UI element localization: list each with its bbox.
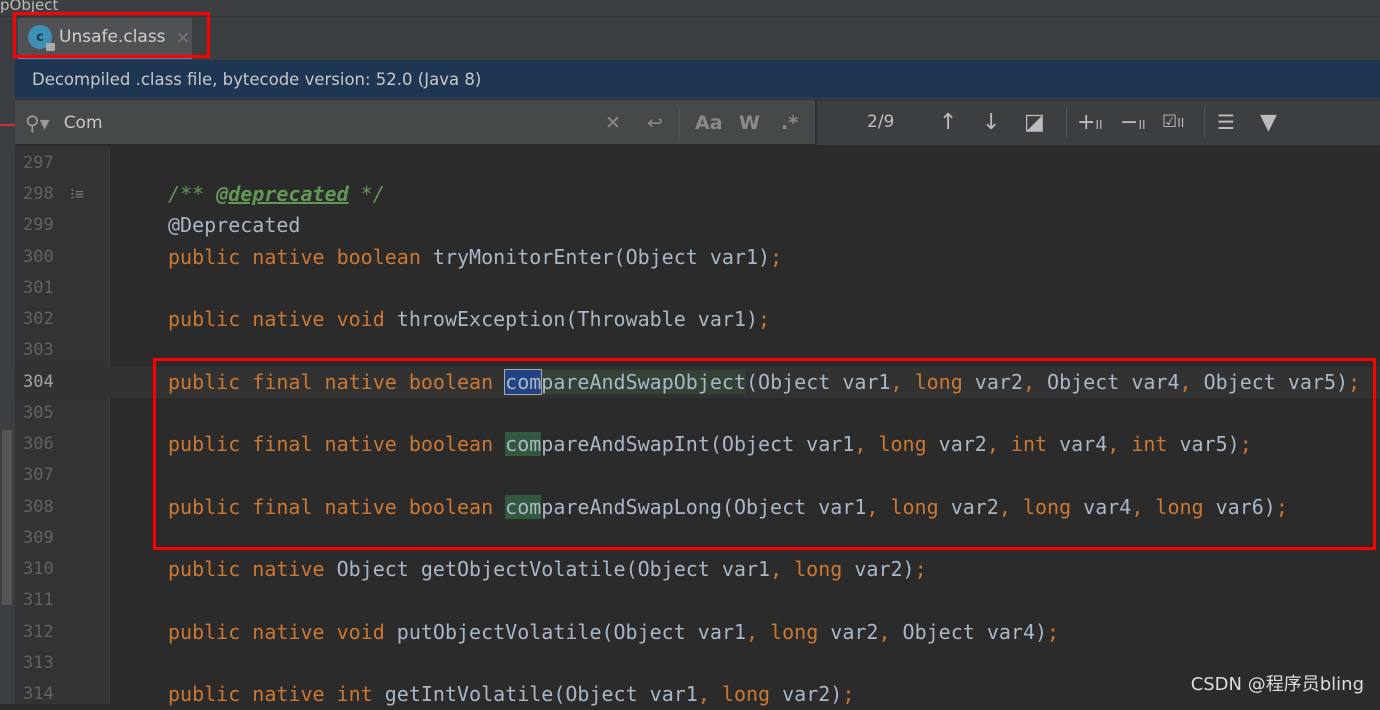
code-token: Object getObjectVolatile(Object var1 bbox=[336, 557, 771, 582]
code-token: , long bbox=[697, 682, 783, 707]
line-number: 309 bbox=[23, 527, 54, 548]
line-number: 300 bbox=[23, 246, 54, 267]
code-token: , long bbox=[745, 619, 831, 644]
code-token: Object var4) bbox=[902, 619, 1048, 644]
code-token: public native int bbox=[168, 682, 385, 707]
code-token: public native void bbox=[168, 307, 397, 332]
code-token: */ bbox=[348, 182, 385, 207]
code-token: @deprecated bbox=[216, 182, 349, 207]
code-text: public native int getIntVolatile(Object … bbox=[168, 679, 854, 710]
code-line[interactable]: 297 bbox=[15, 148, 1380, 179]
code-token: ; bbox=[758, 307, 771, 332]
next-occurrence-icon[interactable]: ↓ bbox=[982, 100, 1000, 145]
line-number: 305 bbox=[23, 402, 54, 423]
line-number: 301 bbox=[23, 277, 54, 298]
words-icon[interactable]: W bbox=[739, 100, 760, 145]
filter-icon[interactable]: ▼ bbox=[1260, 100, 1277, 145]
side-scrollbar[interactable] bbox=[2, 430, 12, 605]
code-token: public native boolean bbox=[168, 244, 433, 269]
code-token: var2) bbox=[782, 682, 843, 707]
tab-highlight-box bbox=[13, 12, 210, 58]
code-highlight-box bbox=[153, 358, 1376, 550]
code-token: public native void bbox=[168, 619, 397, 644]
new-line-icon[interactable]: ↩ bbox=[647, 100, 663, 145]
match-count: 2/9 bbox=[867, 112, 895, 132]
select-all-icon[interactable]: ◪ bbox=[1024, 100, 1045, 145]
line-number: 311 bbox=[23, 590, 54, 611]
code-token: , bbox=[878, 619, 903, 644]
select-all-occurrences-icon[interactable]: ☑II bbox=[1162, 100, 1184, 146]
code-text: @Deprecated bbox=[168, 210, 300, 241]
code-token: ; bbox=[1047, 619, 1060, 644]
line-number: 312 bbox=[23, 621, 54, 642]
prev-occurrence-icon[interactable]: ↑ bbox=[939, 100, 957, 145]
line-number: 298 bbox=[23, 184, 54, 205]
error-marker bbox=[0, 124, 15, 126]
watermark: CSDN @程序员bling bbox=[1190, 674, 1364, 695]
code-token: /** bbox=[168, 182, 217, 207]
code-token: public native bbox=[168, 557, 337, 582]
divider bbox=[1066, 108, 1067, 138]
code-token: , long bbox=[770, 557, 855, 582]
filter-search-icon[interactable]: ☰ bbox=[1217, 100, 1235, 145]
code-line[interactable]: 310 public native Object getObjectVolatil… bbox=[15, 554, 1380, 585]
code-token: var2) bbox=[854, 557, 915, 582]
divider bbox=[679, 108, 680, 138]
code-text: public native Object getObjectVolatile(O… bbox=[168, 554, 927, 585]
code-line[interactable]: 300 public native boolean tryMonitorEnter… bbox=[15, 242, 1380, 273]
find-toolbar: 2/9 ↑ ↓ ◪ +II −II ☑II ☰ ▼ bbox=[815, 100, 1380, 145]
line-number: 299 bbox=[23, 215, 54, 236]
line-number: 297 bbox=[23, 153, 54, 173]
code-text: public native boolean tryMonitorEnter(Ob… bbox=[168, 242, 782, 273]
code-token: @Deprecated bbox=[168, 213, 301, 238]
code-text: public native void throwException(Throwa… bbox=[168, 304, 770, 335]
code-token: var2 bbox=[830, 619, 879, 644]
left-tool-strip bbox=[0, 17, 15, 704]
code-token: putObjectVolatile(Object var1 bbox=[396, 619, 746, 644]
code-line[interactable]: 301 bbox=[15, 273, 1380, 304]
code-token: ; bbox=[914, 557, 927, 582]
match-case-icon[interactable]: Aa bbox=[695, 100, 723, 145]
code-text: /** @deprecated */ bbox=[168, 179, 385, 210]
add-selection-icon[interactable]: +II bbox=[1077, 100, 1103, 148]
line-number: 303 bbox=[23, 340, 54, 361]
divider bbox=[1204, 108, 1205, 138]
code-line[interactable]: 312 public native void putObjectVolatile(… bbox=[15, 617, 1380, 648]
code-token: throwException(Throwable var1) bbox=[396, 307, 759, 332]
doc-comment-toggle-icon[interactable]: ⁝≡ bbox=[70, 179, 84, 210]
search-icon[interactable]: ⚲▾ bbox=[25, 111, 50, 135]
line-number: 304 bbox=[23, 371, 54, 392]
code-token: ; bbox=[842, 682, 855, 707]
line-number: 307 bbox=[23, 465, 54, 486]
line-number: 310 bbox=[23, 559, 54, 580]
line-number: 308 bbox=[23, 496, 54, 517]
code-line[interactable]: 299 @Deprecated bbox=[15, 210, 1380, 241]
code-text: public native void putObjectVolatile(Obj… bbox=[168, 617, 1059, 648]
code-line[interactable]: 302 public native void throwException(Thr… bbox=[15, 304, 1380, 335]
line-number: 302 bbox=[23, 309, 54, 330]
remove-selection-icon[interactable]: −II bbox=[1120, 100, 1146, 148]
line-number: 314 bbox=[23, 684, 54, 705]
code-line[interactable]: 298 ⁝≡ /** @deprecated */ bbox=[15, 179, 1380, 210]
clear-icon[interactable]: ✕ bbox=[605, 100, 621, 145]
code-line[interactable]: 311 bbox=[15, 585, 1380, 616]
regex-icon[interactable]: .* bbox=[781, 100, 798, 145]
line-number: 313 bbox=[23, 652, 54, 673]
code-token: getIntVolatile(Object var1 bbox=[384, 682, 698, 707]
search-input[interactable]: Com bbox=[64, 113, 103, 133]
editor-tab-bar: c Unsafe.class × bbox=[15, 17, 1380, 60]
code-token: ; bbox=[770, 244, 783, 269]
code-line[interactable]: 314 public native int getIntVolatile(Obje… bbox=[15, 679, 1380, 710]
line-number: 306 bbox=[23, 434, 54, 455]
code-token: tryMonitorEnter(Object var1) bbox=[432, 244, 771, 269]
decompiled-banner: Decompiled .class file, bytecode version… bbox=[15, 60, 1380, 99]
code-line[interactable]: 313 bbox=[15, 648, 1380, 679]
find-bar: ⚲▾ Com ✕ ↩ Aa W .* 2/9 ↑ ↓ ◪ +II −II ☑II… bbox=[15, 100, 1380, 145]
